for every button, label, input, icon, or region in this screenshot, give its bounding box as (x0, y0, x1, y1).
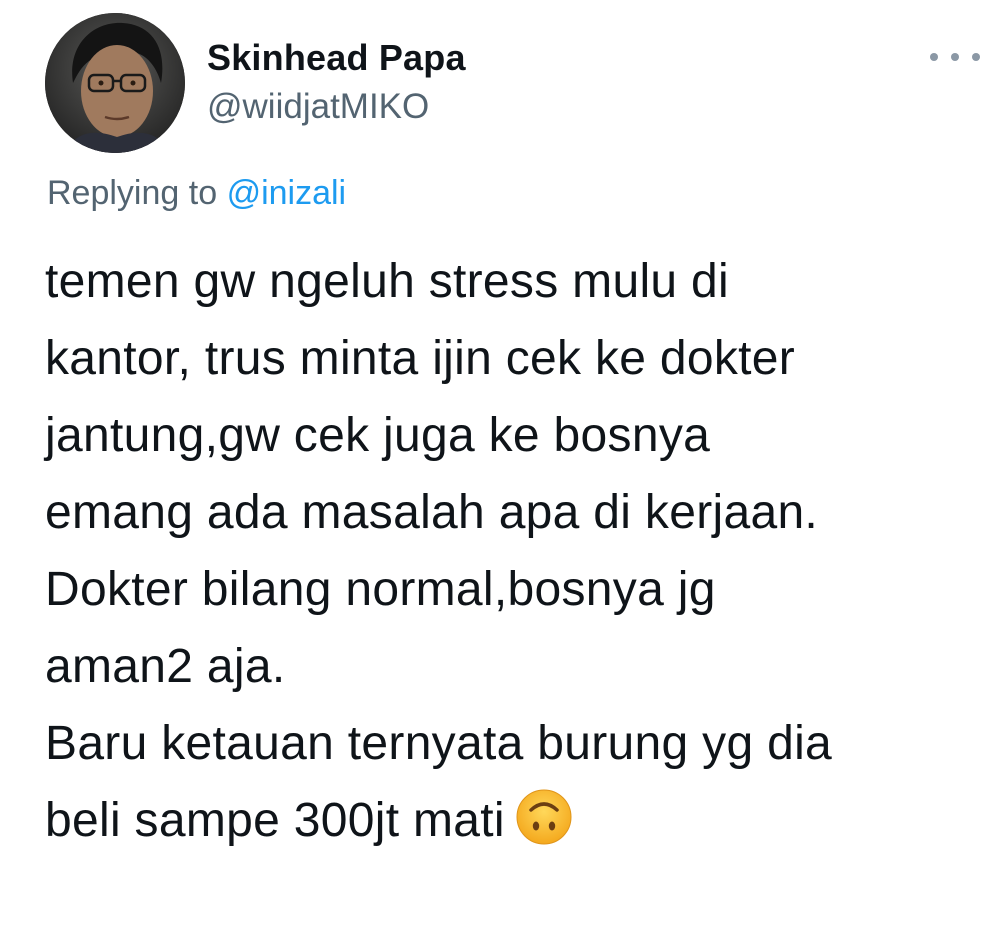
display-name[interactable]: Skinhead Papa (207, 37, 466, 79)
tweet-line: jantung,gw cek juga ke bosnya (45, 409, 711, 462)
more-options-button[interactable] (930, 40, 980, 74)
tweet-line-last: beli sampe 300jt mati (45, 782, 980, 859)
reply-mention-link[interactable]: @inizali (227, 174, 347, 212)
tweet-text: temen gw ngeluh stress mulu di kantor, t… (45, 243, 980, 859)
upside-down-face-emoji-icon (515, 788, 573, 846)
tweet-line-text: beli sampe 300jt mati (45, 794, 505, 847)
tweet-line: emang ada masalah apa di kerjaan. (45, 486, 819, 539)
tweet-line: temen gw ngeluh stress mulu di (45, 255, 729, 308)
tweet-line: Baru ketauan ternyata burung yg dia (45, 717, 833, 770)
user-handle[interactable]: @wiidjatMIKO (207, 87, 429, 127)
tweet-line: Dokter bilang normal,bosnya jg (45, 563, 716, 616)
tweet-line: aman2 aja. (45, 640, 286, 693)
more-horizontal-icon-dot (951, 53, 959, 61)
avatar[interactable] (45, 13, 185, 153)
replying-to-label: Replying to (47, 174, 218, 212)
more-horizontal-icon (930, 53, 938, 61)
tweet-line: kantor, trus minta ijin cek ke dokter (45, 332, 796, 385)
replying-to: Replying to @inizali (47, 174, 346, 213)
tweet-card: Skinhead Papa @wiidjatMIKO Replying to @… (0, 0, 1000, 925)
more-horizontal-icon-dot (972, 53, 980, 61)
